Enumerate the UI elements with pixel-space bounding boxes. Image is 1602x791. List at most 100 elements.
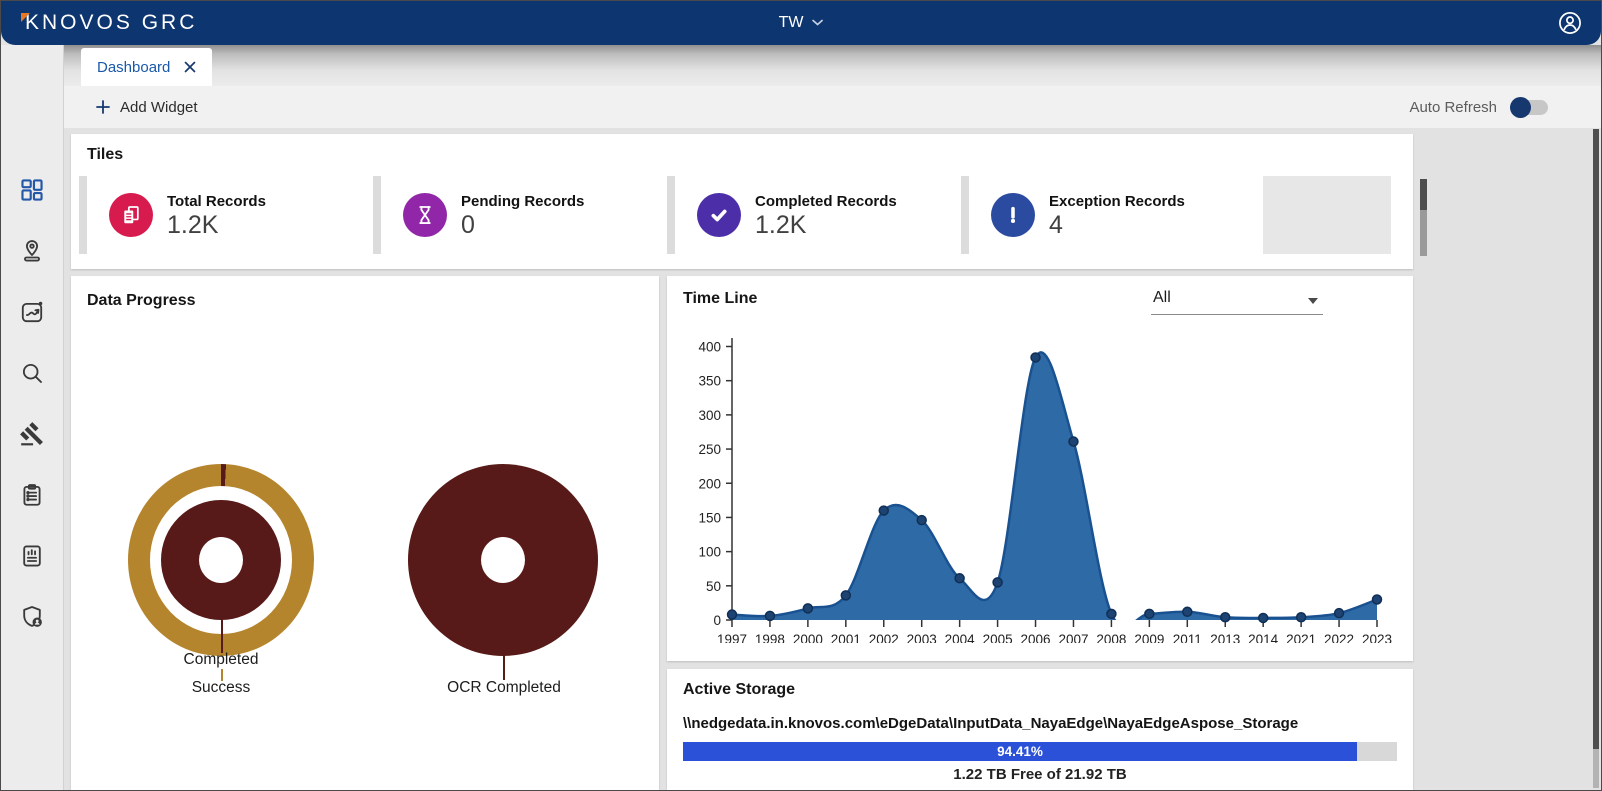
svg-text:1998: 1998: [755, 632, 785, 643]
donut-chart-ocr-completed: [408, 464, 598, 656]
data-progress-title: Data Progress: [87, 292, 196, 310]
svg-text:2013: 2013: [1210, 632, 1240, 643]
svg-text:100: 100: [698, 545, 721, 560]
svg-text:2011: 2011: [1173, 632, 1202, 643]
user-icon: [1557, 10, 1583, 36]
tile-total-records: Total Records 1.2K: [79, 176, 373, 254]
clipboard-icon: [19, 482, 45, 508]
active-storage-widget: Active Storage \\nedgedata.in.knovos.com…: [667, 669, 1413, 790]
tiles-widget: Tiles Total Records 1.2K: [71, 134, 1413, 269]
timeline-title: Time Line: [683, 290, 757, 308]
svg-text:2021: 2021: [1286, 632, 1316, 643]
svg-text:2001: 2001: [831, 632, 861, 643]
svg-text:2003: 2003: [907, 632, 937, 643]
brand-logo-icon: [21, 13, 30, 22]
chevron-down-icon: [811, 19, 823, 27]
location-icon: [19, 238, 45, 264]
tiles-scrollbar[interactable]: [1420, 179, 1427, 256]
svg-text:250: 250: [698, 442, 721, 457]
sidebar-item-reports[interactable]: [19, 543, 45, 569]
svg-text:2000: 2000: [793, 632, 823, 643]
tile-value: 4: [1049, 211, 1185, 239]
sidebar-item-analytics[interactable]: [19, 299, 45, 325]
tab-label: Dashboard: [97, 59, 170, 76]
tile-placeholder: [1263, 176, 1391, 254]
dashboard-content: Tiles Total Records 1.2K: [63, 128, 1601, 790]
svg-text:2007: 2007: [1058, 632, 1088, 643]
tile-label: Exception Records: [1049, 192, 1185, 211]
leader-line-completed: [221, 616, 223, 653]
workspace-selector[interactable]: TW: [779, 14, 824, 32]
data-progress-widget: Data Progress Completed Success OCR Comp…: [71, 276, 659, 790]
storage-progress-fill: 94.41%: [683, 742, 1357, 761]
svg-text:200: 200: [698, 476, 721, 491]
timeline-widget: Time Line All 05010015020025030035040019…: [667, 276, 1413, 661]
svg-text:300: 300: [698, 408, 721, 423]
tile-value: 0: [461, 211, 584, 239]
svg-text:2006: 2006: [1021, 632, 1051, 643]
plus-icon: [95, 99, 111, 115]
brand-logo: KNOVOS GRC: [21, 11, 197, 35]
workspace-label: TW: [779, 14, 804, 32]
svg-text:2005: 2005: [983, 632, 1013, 643]
add-widget-button[interactable]: Add Widget: [89, 98, 204, 117]
svg-text:150: 150: [698, 510, 721, 525]
tile-value: 1.2K: [167, 211, 266, 239]
report-icon: [19, 543, 45, 569]
active-storage-title: Active Storage: [683, 681, 795, 699]
hourglass-icon: [403, 193, 447, 237]
page-scrollbar[interactable]: [1593, 129, 1599, 788]
donut-hole: [481, 537, 525, 583]
donut-hole: [199, 537, 243, 583]
dashboard-toolbar: Add Widget Auto Refresh: [63, 86, 1601, 129]
brand-text: KNOVOS GRC: [25, 11, 197, 34]
tile-value: 1.2K: [755, 211, 897, 239]
sidebar: [1, 45, 64, 790]
svg-text:50: 50: [706, 579, 721, 594]
tile-label: Completed Records: [755, 192, 897, 211]
search-icon: [19, 360, 45, 386]
svg-text:2004: 2004: [945, 632, 976, 643]
documents-icon: [109, 193, 153, 237]
sidebar-item-search[interactable]: [19, 360, 45, 386]
analytics-icon: [19, 299, 45, 325]
tile-exception-records: Exception Records 4: [961, 176, 1255, 254]
sidebar-item-legal[interactable]: [19, 421, 45, 447]
storage-free-text: 1.22 TB Free of 21.92 TB: [683, 766, 1397, 783]
sidebar-item-tasks[interactable]: [19, 482, 45, 508]
auto-refresh-label: Auto Refresh: [1409, 99, 1497, 116]
dashboard-icon: [19, 177, 45, 203]
app-window: KNOVOS GRC TW: [0, 0, 1602, 791]
tab-bar: Dashboard: [63, 45, 1601, 86]
svg-text:2008: 2008: [1096, 632, 1126, 643]
sidebar-item-privacy[interactable]: [19, 604, 45, 630]
exclamation-icon: [991, 193, 1035, 237]
svg-text:2002: 2002: [869, 632, 899, 643]
sidebar-item-data-map[interactable]: [19, 238, 45, 264]
donut-label-ocr-completed: OCR Completed: [424, 679, 584, 697]
timeline-filter-dropdown[interactable]: All: [1151, 286, 1323, 315]
svg-text:350: 350: [698, 374, 721, 389]
storage-progress-bar: 94.41%: [683, 742, 1397, 761]
donut-label-completed: Completed: [141, 651, 301, 669]
checkmark-icon: [697, 193, 741, 237]
auto-refresh-toggle[interactable]: [1512, 100, 1548, 115]
timeline-chart: 0501001502002503003504001997199820002001…: [677, 328, 1393, 643]
storage-path: \\nedgedata.in.knovos.com\eDgeData\Input…: [683, 715, 1298, 732]
page-scrollbar-thumb[interactable]: [1593, 129, 1599, 749]
caret-down-icon: [1308, 298, 1318, 304]
tile-label: Total Records: [167, 192, 266, 211]
svg-text:2022: 2022: [1324, 632, 1354, 643]
user-profile-button[interactable]: [1557, 10, 1583, 36]
privacy-shield-icon: [19, 604, 45, 630]
tile-pending-records: Pending Records 0: [373, 176, 667, 254]
tab-close-icon[interactable]: [184, 61, 196, 73]
tile-completed-records: Completed Records 1.2K: [667, 176, 961, 254]
svg-text:2023: 2023: [1362, 632, 1392, 643]
sidebar-item-dashboard[interactable]: [19, 177, 45, 203]
svg-text:0: 0: [713, 613, 721, 628]
tiles-title: Tiles: [87, 146, 123, 164]
leader-line-ocr: [503, 654, 505, 680]
tab-dashboard[interactable]: Dashboard: [81, 48, 212, 86]
tiles-scrollbar-thumb[interactable]: [1420, 179, 1427, 210]
